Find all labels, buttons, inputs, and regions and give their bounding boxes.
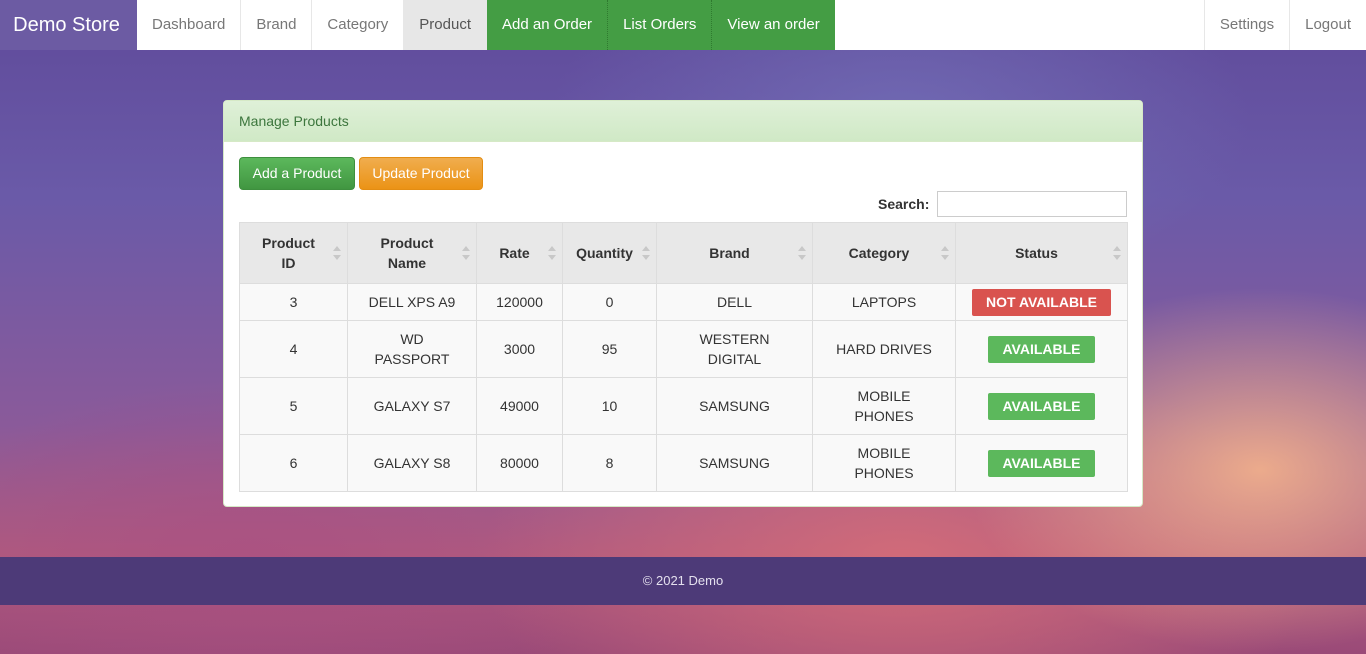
cell-text: MOBILE xyxy=(857,388,911,404)
cell-product-name: WD PASSPORT xyxy=(347,320,477,378)
cell-status: AVAILABLE xyxy=(955,377,1128,435)
header-text: Brand xyxy=(709,245,750,261)
table-row: 4 WD PASSPORT 3000 95 WESTERN DIGITAL HARD… xyxy=(239,320,1128,378)
status-badge: AVAILABLE xyxy=(988,392,1095,420)
table-header-row: Product ID Product Name Rate Quantity Br… xyxy=(239,222,1128,284)
add-product-button[interactable]: Add a Product xyxy=(239,157,355,190)
cell-product-name: DELL XPS A9 xyxy=(347,283,477,321)
top-navbar: Demo Store Dashboard Brand Category Prod… xyxy=(0,0,1366,50)
sort-icon xyxy=(548,246,556,260)
cell-text: MOBILE xyxy=(857,445,911,461)
cell-text: DELL XPS A9 xyxy=(368,294,456,310)
panel-title: Manage Products xyxy=(224,101,1142,142)
nav-category[interactable]: Category xyxy=(312,0,405,50)
header-text: Category xyxy=(848,245,910,261)
nav-right: Settings Logout xyxy=(1203,0,1366,50)
cell-text: GALAXY S8 xyxy=(373,455,451,471)
cell-quantity: 10 xyxy=(562,377,657,435)
search-input[interactable] xyxy=(937,191,1127,217)
nav-list-orders[interactable]: List Orders xyxy=(608,0,713,50)
column-header-product-name[interactable]: Product Name xyxy=(347,222,477,284)
header-text: Quantity xyxy=(576,245,633,261)
cell-category: MOBILE PHONES xyxy=(812,377,956,435)
header-text: Name xyxy=(387,255,427,271)
nav-dashboard[interactable]: Dashboard xyxy=(137,0,242,50)
status-badge: NOT AVAILABLE xyxy=(972,288,1111,316)
cell-rate: 80000 xyxy=(476,434,563,492)
cell-quantity: 0 xyxy=(562,283,657,321)
cell-status: AVAILABLE xyxy=(955,434,1128,492)
column-header-category[interactable]: Category xyxy=(812,222,956,284)
nav-left: Dashboard Brand Category Product Add an … xyxy=(137,0,835,50)
nav-view-order[interactable]: View an order xyxy=(712,0,835,50)
sort-icon xyxy=(798,246,806,260)
column-header-product-id[interactable]: Product ID xyxy=(239,222,348,284)
cell-text: DELL xyxy=(716,294,753,310)
cell-text: SAMSUNG xyxy=(699,455,770,471)
cell-brand: DELL xyxy=(656,283,813,321)
cell-rate: 120000 xyxy=(476,283,563,321)
cell-category: HARD DRIVES xyxy=(812,320,956,378)
cell-product-id: 6 xyxy=(239,434,348,492)
sort-icon xyxy=(462,246,470,260)
table-row: 6 GALAXY S8 80000 8 SAMSUNG MOBILE PHONES… xyxy=(239,434,1128,492)
cell-status: AVAILABLE xyxy=(955,320,1128,378)
cell-quantity: 95 xyxy=(562,320,657,378)
nav-logout[interactable]: Logout xyxy=(1289,0,1366,50)
sort-icon xyxy=(642,246,650,260)
nav-product[interactable]: Product xyxy=(404,0,487,50)
cell-product-name: GALAXY S8 xyxy=(347,434,477,492)
cell-brand: WESTERN DIGITAL xyxy=(656,320,813,378)
cell-rate: 49000 xyxy=(476,377,563,435)
cell-brand: SAMSUNG xyxy=(656,377,813,435)
column-header-status[interactable]: Status xyxy=(955,222,1128,284)
products-table: Product ID Product Name Rate Quantity Br… xyxy=(239,222,1128,492)
sort-icon xyxy=(941,246,949,260)
status-badge: AVAILABLE xyxy=(988,335,1095,363)
nav-add-order[interactable]: Add an Order xyxy=(487,0,609,50)
nav-settings[interactable]: Settings xyxy=(1203,0,1289,50)
cell-status: NOT AVAILABLE xyxy=(955,283,1128,321)
cell-product-id: 5 xyxy=(239,377,348,435)
cell-rate: 3000 xyxy=(476,320,563,378)
manage-products-panel: Manage Products Add a Product Update Pro… xyxy=(223,100,1143,507)
header-text: Status xyxy=(1015,245,1058,261)
cell-text: PHONES xyxy=(854,465,914,481)
header-text: ID xyxy=(281,255,296,271)
cell-text: WD xyxy=(400,331,424,347)
cell-product-id: 4 xyxy=(239,320,348,378)
header-text: Rate xyxy=(499,245,530,261)
table-row: 3 DELL XPS A9 120000 0 DELL LAPTOPS NOT … xyxy=(239,283,1128,321)
column-header-quantity[interactable]: Quantity xyxy=(562,222,657,284)
cell-product-id: 3 xyxy=(239,283,348,321)
cell-text: WESTERN xyxy=(699,331,770,347)
cell-text: DIGITAL xyxy=(707,351,762,367)
page-footer: © 2021 Demo xyxy=(0,557,1366,605)
cell-category: MOBILE PHONES xyxy=(812,434,956,492)
cell-text: PASSPORT xyxy=(374,351,450,367)
cell-text: HARD DRIVES xyxy=(836,341,932,357)
cell-quantity: 8 xyxy=(562,434,657,492)
status-badge: AVAILABLE xyxy=(988,449,1095,477)
column-header-brand[interactable]: Brand xyxy=(656,222,813,284)
cell-category: LAPTOPS xyxy=(812,283,956,321)
cell-brand: SAMSUNG xyxy=(656,434,813,492)
update-product-button[interactable]: Update Product xyxy=(359,157,483,190)
cell-product-name: GALAXY S7 xyxy=(347,377,477,435)
sort-icon xyxy=(1113,246,1121,260)
brand-logo[interactable]: Demo Store xyxy=(0,0,137,50)
header-text: Product xyxy=(380,235,434,251)
nav-brand[interactable]: Brand xyxy=(241,0,313,50)
cell-text: GALAXY S7 xyxy=(373,398,451,414)
cell-text: LAPTOPS xyxy=(851,294,917,310)
cell-text: SAMSUNG xyxy=(699,398,770,414)
sort-icon xyxy=(333,246,341,260)
column-header-rate[interactable]: Rate xyxy=(476,222,563,284)
search-label: Search: xyxy=(878,196,930,212)
table-row: 5 GALAXY S7 49000 10 SAMSUNG MOBILE PHONE… xyxy=(239,377,1128,435)
cell-text: PHONES xyxy=(854,408,914,424)
header-text: Product xyxy=(262,235,315,251)
